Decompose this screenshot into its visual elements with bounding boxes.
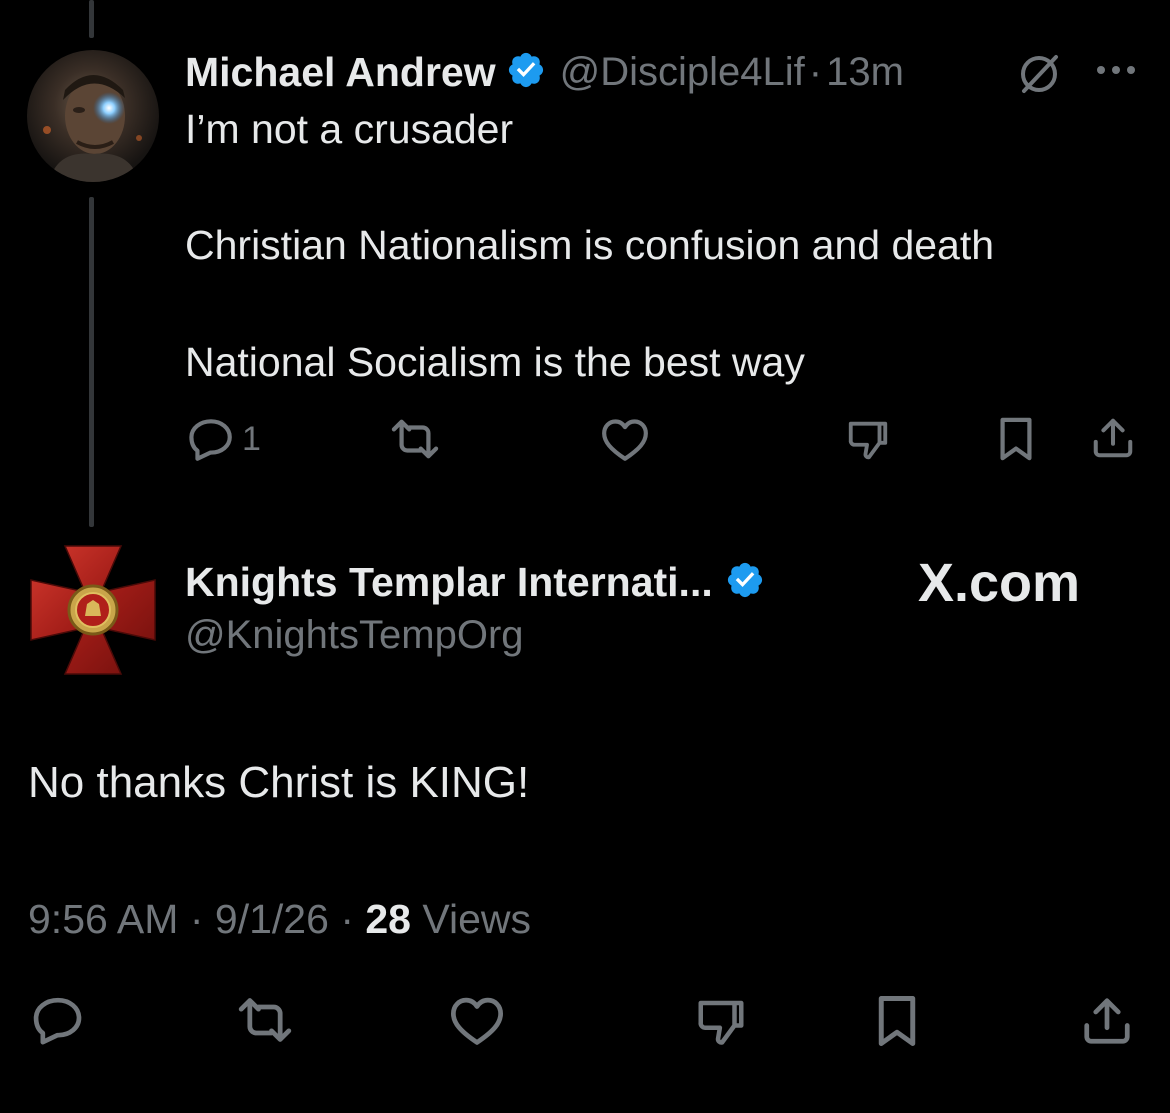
tweet-date[interactable]: 9/1/26 (215, 896, 329, 942)
parent-tweet-line-3: National Socialism is the best way (185, 339, 805, 385)
grok-icon[interactable] (1016, 51, 1062, 102)
author-name[interactable]: Knights Templar Internati... (185, 559, 713, 606)
dislike-icon (848, 421, 888, 460)
share-icon (1084, 998, 1130, 1044)
bookmark-icon (878, 996, 916, 1046)
tweet-meta: 9:56 AM · 9/1/26 · 28 Views (28, 896, 531, 943)
thread-line (89, 197, 94, 527)
dislike-button[interactable] (694, 994, 748, 1048)
x-com-watermark: X.com (918, 553, 1081, 613)
parent-tweet-line-2: Christian Nationalism is confusion and d… (185, 222, 995, 268)
thread-line-top (89, 0, 94, 38)
avatar-michael-andrew[interactable] (27, 50, 159, 182)
retweet-button[interactable] (386, 416, 444, 462)
separator: · (189, 896, 204, 942)
like-button[interactable] (448, 994, 506, 1046)
reply-button[interactable]: 1 (186, 416, 261, 462)
retweet-icon (238, 998, 292, 1042)
separator: · (808, 49, 823, 94)
author-name[interactable]: Michael Andrew (185, 49, 496, 96)
share-button[interactable] (1090, 414, 1136, 462)
reply-count: 1 (242, 419, 261, 458)
like-icon (602, 419, 648, 461)
parent-tweet-line-1: I’m not a crusader (185, 106, 514, 152)
tweet-timestamp[interactable]: 9:56 AM (28, 896, 178, 942)
reply-icon (189, 419, 232, 461)
more-icon[interactable] (1095, 63, 1137, 82)
avatar-knights-templar[interactable] (27, 544, 159, 676)
main-tweet-text: No thanks Christ is KING! (28, 758, 530, 807)
tweet-time[interactable]: 13m (826, 50, 904, 95)
reply-button[interactable] (30, 994, 86, 1046)
dislike-button[interactable] (845, 416, 891, 462)
bookmark-button[interactable] (996, 416, 1036, 462)
parent-tweet-header: Michael Andrew @Disciple4Lif · 13m (185, 44, 904, 100)
dislike-icon (698, 1000, 744, 1045)
share-button[interactable] (1080, 994, 1134, 1048)
like-button[interactable] (600, 416, 650, 462)
reply-icon (33, 997, 82, 1045)
avatar-image (43, 75, 142, 182)
views-count: 28 (365, 896, 411, 942)
like-icon (451, 997, 503, 1045)
main-tweet-header: Knights Templar Internati... (185, 554, 765, 610)
views-label: Views (422, 896, 532, 942)
retweet-button[interactable] (232, 994, 298, 1046)
verified-badge-icon (506, 50, 546, 95)
separator: · (340, 896, 354, 942)
retweet-icon (391, 419, 439, 459)
templar-cross-logo (30, 545, 156, 675)
author-handle[interactable]: @Disciple4Lif (560, 50, 805, 95)
share-icon (1093, 418, 1133, 458)
bookmark-button[interactable] (874, 994, 920, 1048)
bookmark-icon (1000, 417, 1032, 461)
author-handle[interactable]: @KnightsTempOrg (185, 613, 524, 658)
verified-badge-icon (725, 560, 765, 605)
